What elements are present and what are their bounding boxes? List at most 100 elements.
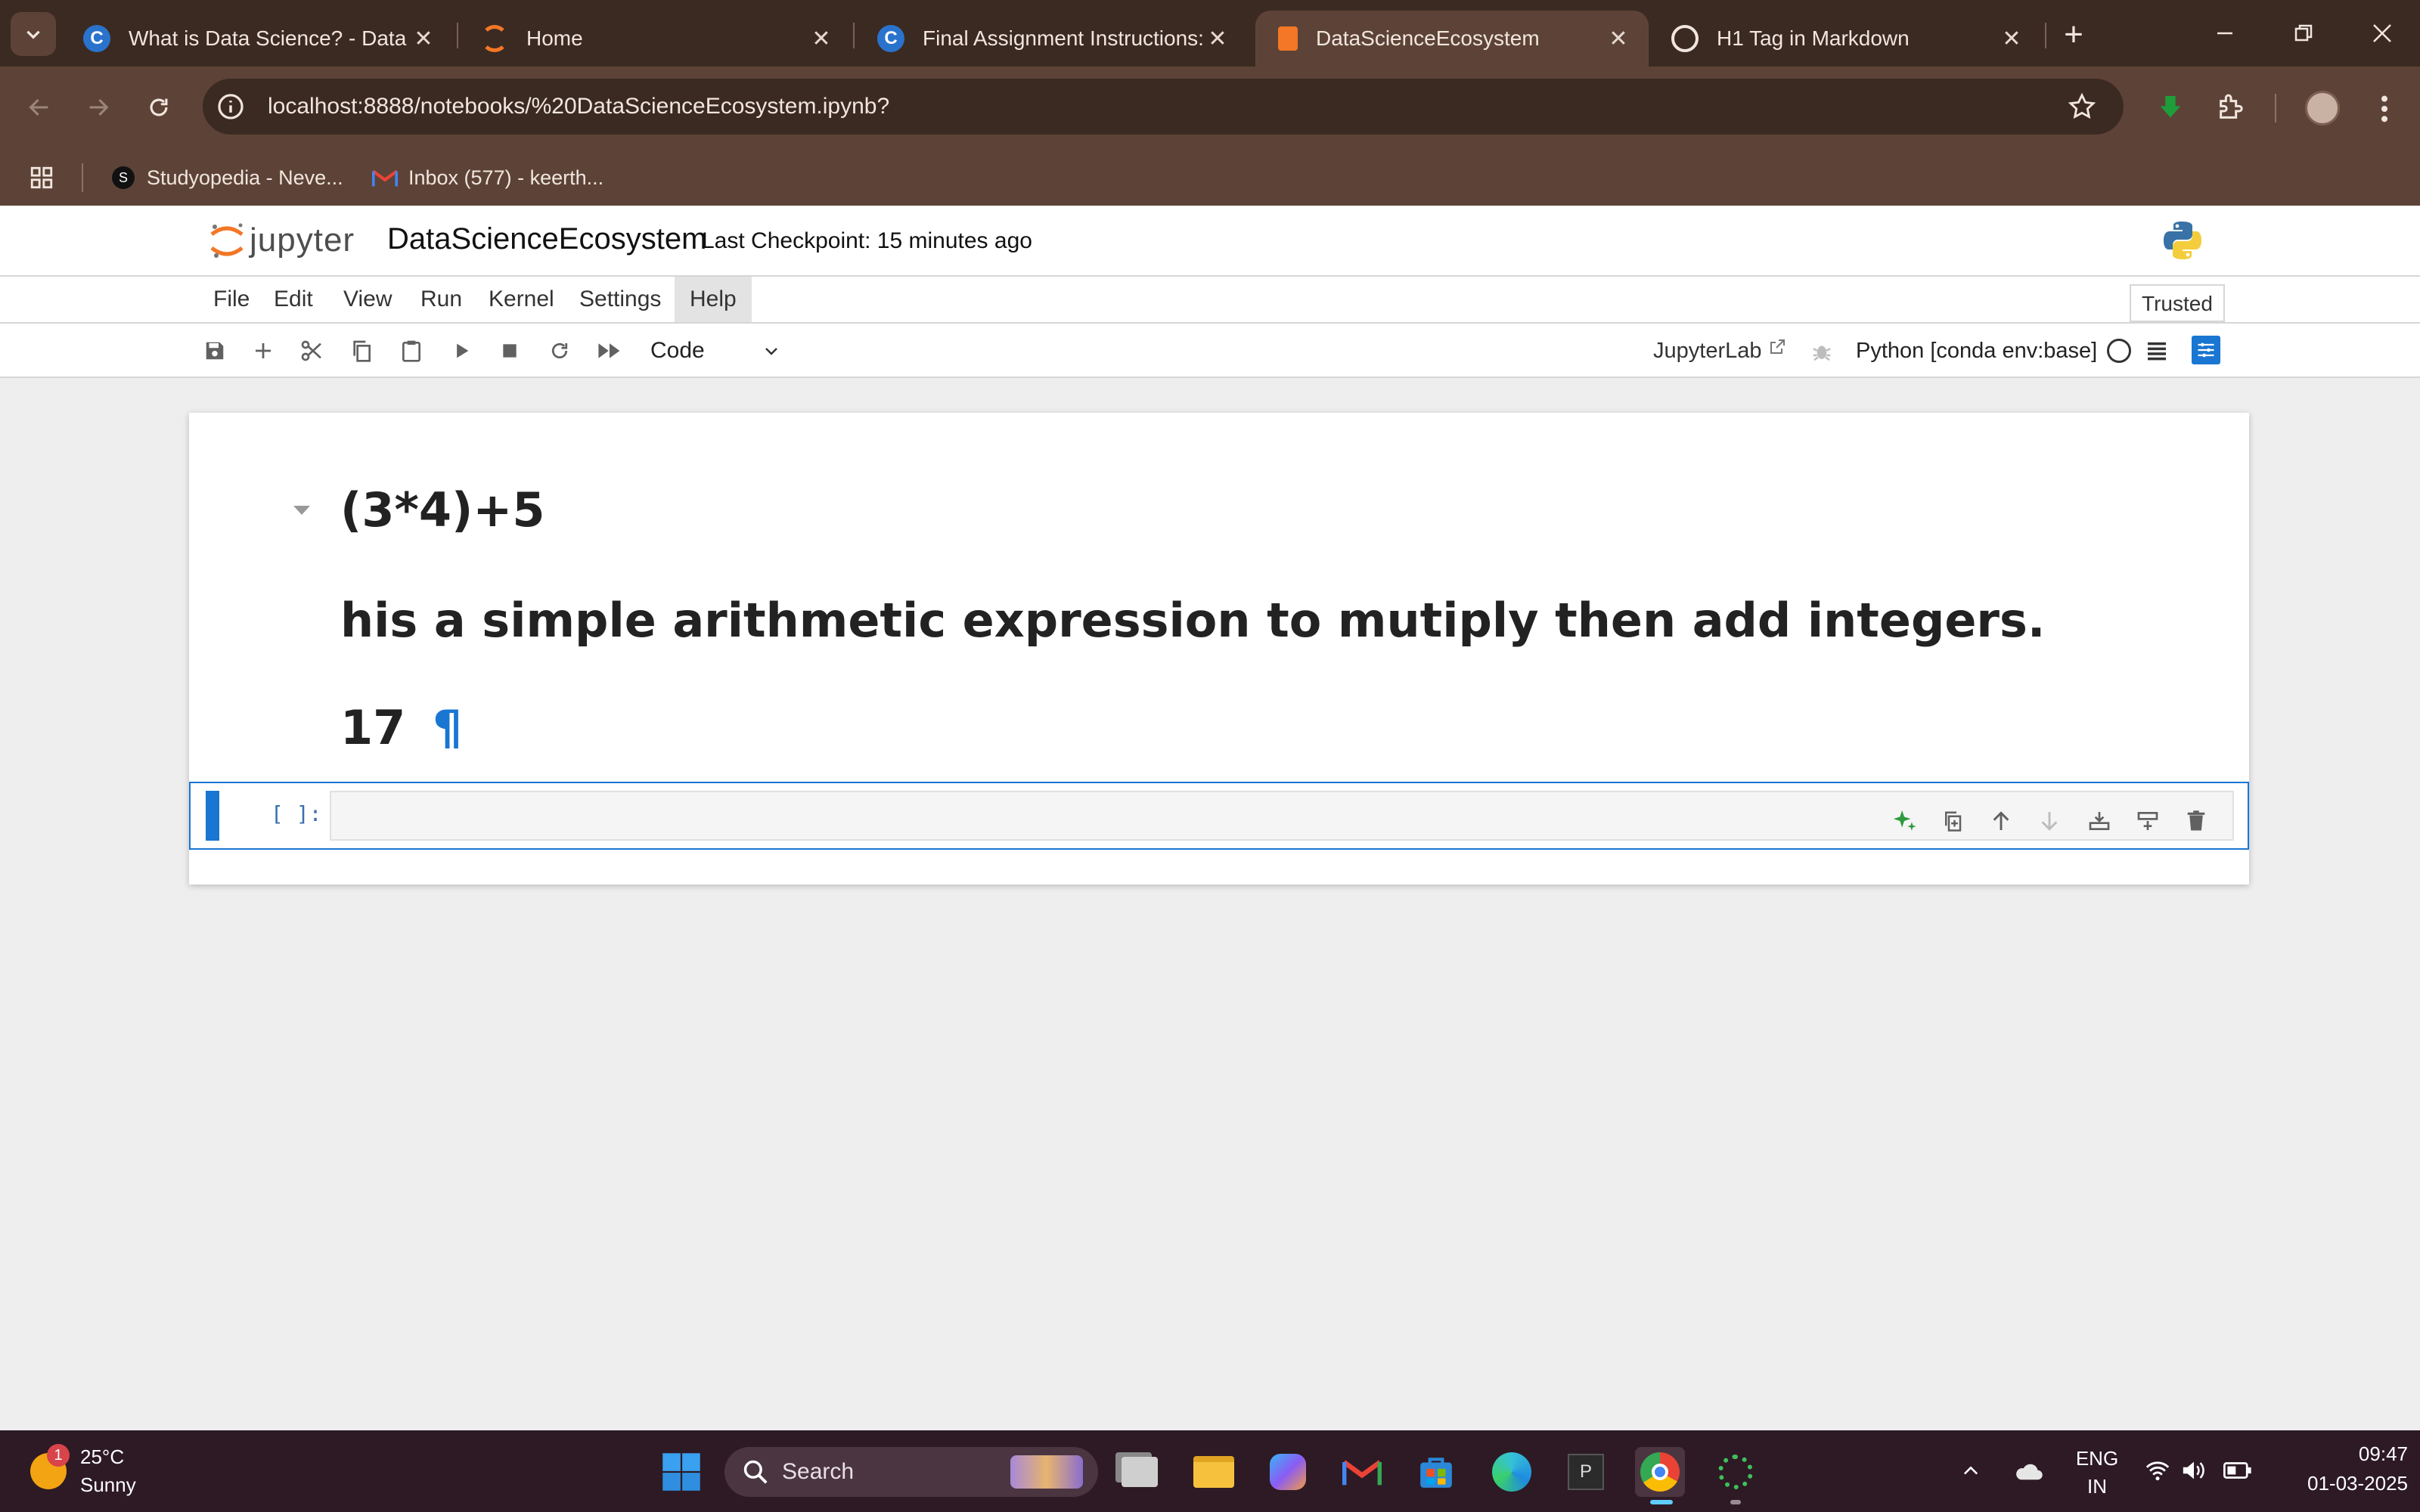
notebook-title[interactable]: DataScienceEcosystem (387, 222, 706, 256)
task-view-button[interactable] (1115, 1447, 1165, 1497)
reload-button[interactable] (139, 88, 178, 127)
edge-icon (1492, 1452, 1531, 1492)
url-text[interactable]: localhost:8888/notebooks/%20DataScienceE… (268, 79, 889, 135)
collapse-caret-icon[interactable] (292, 503, 312, 517)
tab-search-button[interactable] (11, 12, 56, 56)
language-indicator[interactable]: ENG IN (2071, 1447, 2124, 1498)
extensions-puzzle-icon[interactable] (2216, 92, 2246, 122)
cell-collapser[interactable] (206, 791, 219, 841)
battery-icon[interactable] (2223, 1461, 2252, 1480)
bookmark-gmail[interactable]: Inbox (577) - keerth... (372, 150, 603, 206)
cell-type-select[interactable]: Code (640, 333, 791, 369)
apps-grid-icon[interactable] (29, 165, 54, 191)
jupyterlab-link[interactable]: JupyterLab (1653, 334, 1786, 367)
chrome-button[interactable] (1635, 1447, 1685, 1497)
menu-view[interactable]: View (328, 277, 407, 322)
bookmark-studyopedia[interactable]: S Studyopedia - Neve... (112, 150, 343, 206)
browser-tab-5[interactable]: H1 Tag in Markdown ✕ (1649, 11, 2042, 67)
play-icon (457, 343, 469, 358)
gmail-icon (1342, 1460, 1382, 1486)
delete-cell-button[interactable] (2180, 804, 2213, 838)
arrow-up-icon (1993, 811, 2009, 830)
chevron-up-icon[interactable] (1960, 1461, 1981, 1482)
browser-tab-1[interactable]: C What is Data Science? - Data Il ✕ (60, 11, 454, 67)
weather-widget[interactable]: 1 25°C Sunny (30, 1444, 136, 1498)
search-highlight-icon (1010, 1455, 1083, 1489)
profile-avatar[interactable] (2305, 91, 2340, 125)
address-bar[interactable]: localhost:8888/notebooks/%20DataScienceE… (203, 79, 2124, 135)
loading-app-button[interactable] (1711, 1447, 1761, 1497)
menu-run[interactable]: Run (405, 277, 477, 322)
more-menu-icon[interactable] (2373, 94, 2396, 124)
browser-tab-2[interactable]: Home ✕ (458, 11, 852, 67)
close-icon[interactable]: ✕ (1996, 26, 2027, 52)
weather-badge: 1 (47, 1444, 70, 1467)
restore-button[interactable] (2279, 11, 2328, 56)
bookmark-star-icon[interactable] (2068, 92, 2096, 121)
run-button[interactable] (445, 334, 478, 367)
onedrive-cloud-icon[interactable] (2013, 1461, 2043, 1482)
copilot-button[interactable] (1263, 1447, 1313, 1497)
taskbar-search[interactable]: Search (724, 1447, 1098, 1497)
extension-download-icon[interactable] (2155, 92, 2186, 122)
trusted-indicator[interactable]: Trusted (2130, 284, 2225, 322)
windows-logo-icon (662, 1453, 700, 1491)
ai-generate-button[interactable] (1888, 804, 1921, 838)
insert-cell-button[interactable] (247, 334, 280, 367)
site-info-icon[interactable] (216, 92, 245, 121)
volume-icon[interactable] (2181, 1459, 2207, 1482)
coursera-icon: C (877, 25, 904, 52)
menu-bar: File Edit View Run Kernel Settings Help … (0, 277, 2420, 324)
menu-settings[interactable]: Settings (564, 277, 676, 322)
new-tab-button[interactable]: + (2052, 15, 2095, 54)
tab-title: Home (526, 26, 583, 50)
browser-tab-3[interactable]: C Final Assignment Instructions: ✕ (855, 11, 1248, 67)
paste-button[interactable] (395, 334, 428, 367)
start-button[interactable] (656, 1447, 706, 1497)
toc-list-icon[interactable] (2145, 339, 2169, 363)
region-code: IN (2087, 1475, 2107, 1498)
code-cell-active[interactable]: [ ]: (189, 782, 2249, 850)
heading-anchor-link[interactable]: ¶ (433, 700, 462, 755)
restart-run-all-button[interactable] (593, 334, 626, 367)
back-button[interactable] (20, 88, 59, 127)
markdown-heading-2: his a simple arithmetic expression to mu… (340, 593, 2046, 648)
close-window-button[interactable] (2358, 11, 2406, 56)
interrupt-kernel-button[interactable] (493, 334, 526, 367)
menu-file[interactable]: File (198, 277, 265, 322)
kernel-status-idle-icon (2107, 339, 2131, 363)
minimize-button[interactable] (2201, 11, 2249, 56)
move-cell-down-button[interactable] (2033, 804, 2066, 838)
browser-tab-active[interactable]: DataScienceEcosystem ✕ (1255, 11, 1649, 67)
cell-prompt: [ ]: (271, 801, 322, 826)
close-icon[interactable]: ✕ (1202, 26, 1233, 52)
cut-button[interactable] (295, 334, 328, 367)
clock[interactable]: 09:47 01-03-2025 (2272, 1442, 2408, 1495)
debugger-bug-icon[interactable] (1810, 340, 1833, 363)
menu-kernel[interactable]: Kernel (473, 277, 569, 322)
move-cell-up-button[interactable] (1984, 804, 2018, 838)
insert-below-icon (2137, 812, 2158, 830)
save-button[interactable] (198, 334, 231, 367)
duplicate-cell-button[interactable] (1936, 804, 1969, 838)
store-button[interactable] (1411, 1447, 1461, 1497)
restart-kernel-button[interactable] (543, 334, 576, 367)
pycharm-button[interactable]: P (1561, 1447, 1611, 1497)
jupyter-logo[interactable]: jupyter (209, 219, 355, 262)
menu-help[interactable]: Help (675, 277, 752, 322)
edge-button[interactable] (1487, 1447, 1537, 1497)
copy-button[interactable] (345, 334, 378, 367)
close-icon[interactable]: ✕ (806, 26, 836, 52)
menu-edit[interactable]: Edit (259, 277, 328, 322)
insert-cell-above-button[interactable] (2083, 804, 2116, 838)
forward-button[interactable] (79, 88, 118, 127)
insert-cell-below-button[interactable] (2131, 804, 2164, 838)
close-icon[interactable]: ✕ (408, 26, 439, 52)
sun-icon: 1 (30, 1444, 70, 1489)
wifi-icon[interactable] (2145, 1459, 2170, 1482)
kernel-name[interactable]: Python [conda env:base] (1856, 334, 2097, 367)
file-explorer-button[interactable] (1189, 1447, 1239, 1497)
close-icon[interactable]: ✕ (1603, 26, 1634, 52)
property-inspector-button[interactable] (2192, 336, 2220, 364)
gmail-taskbar-button[interactable] (1337, 1447, 1387, 1497)
